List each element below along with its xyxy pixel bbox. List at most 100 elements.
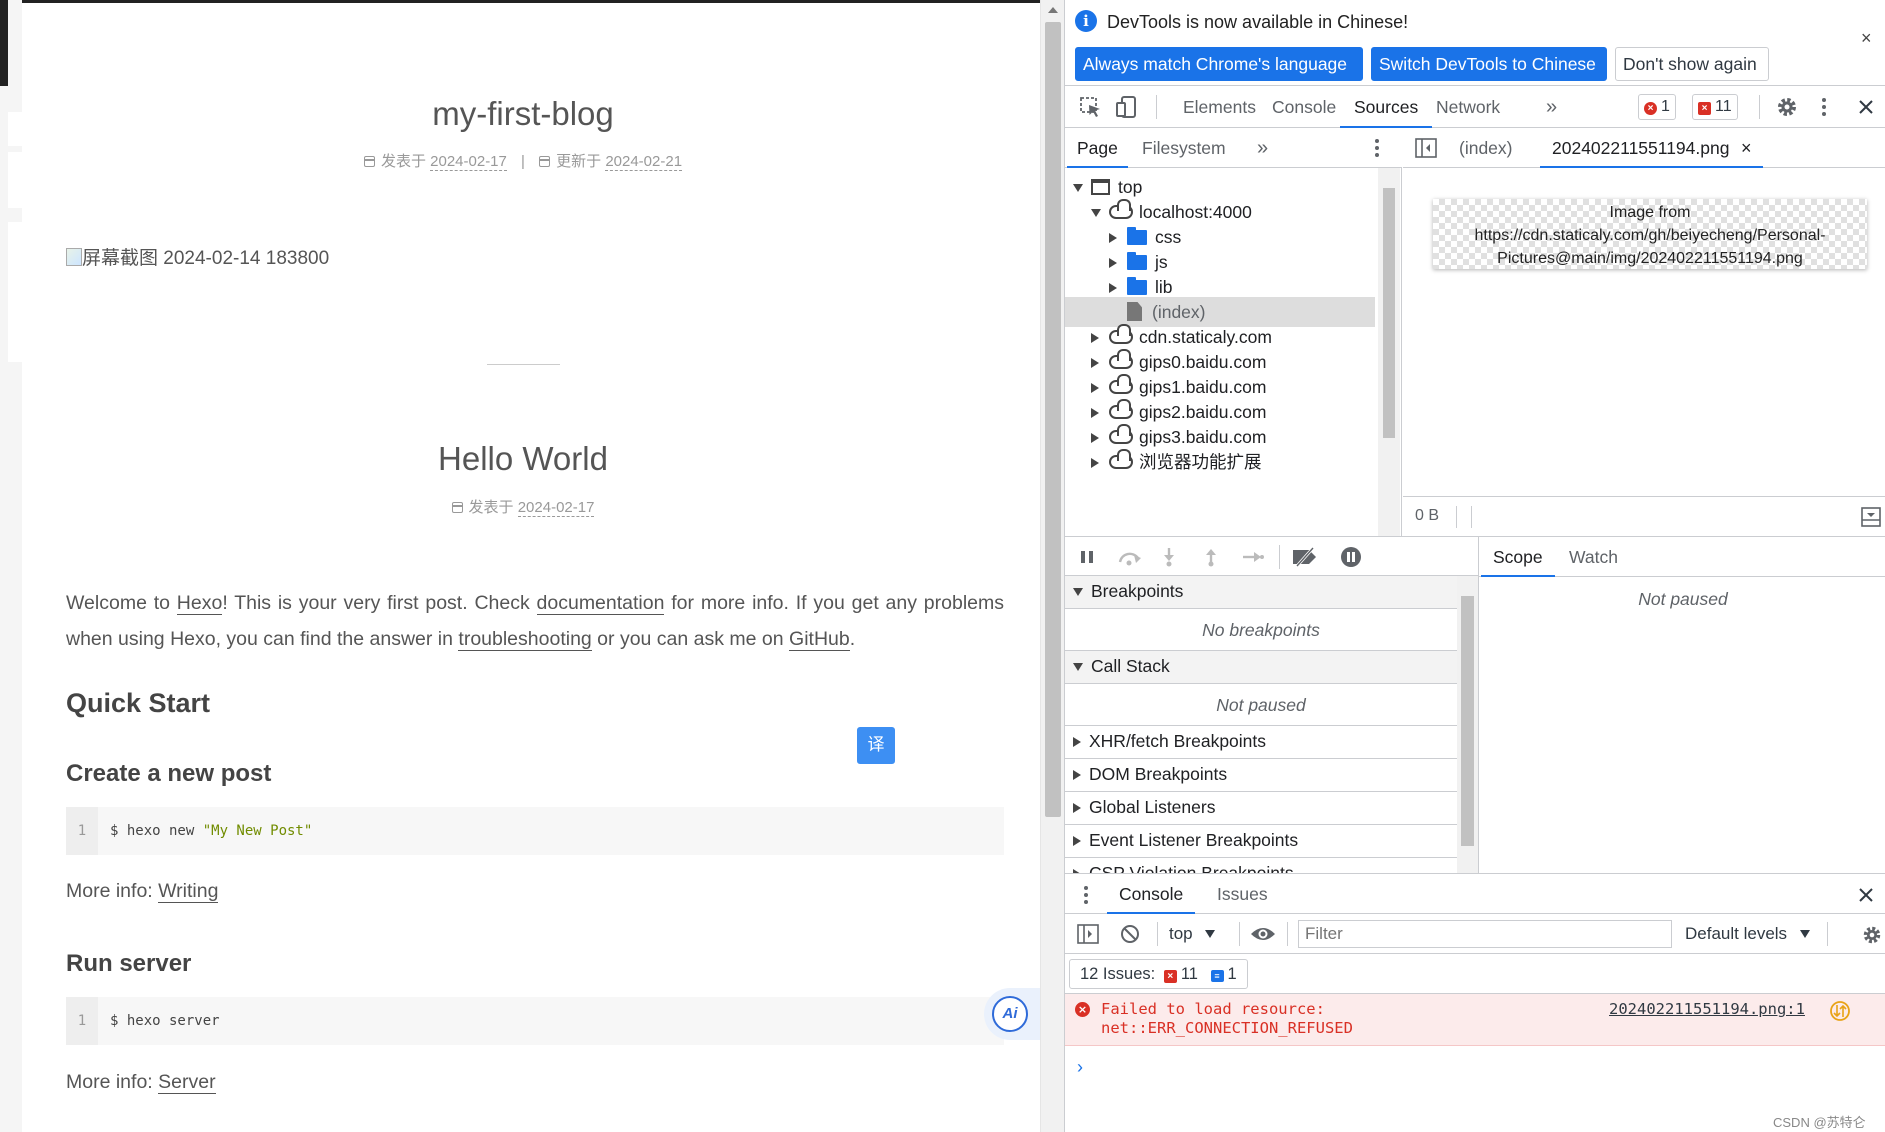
close-tab-icon[interactable]: ×: [1741, 128, 1752, 168]
tab-scope[interactable]: Scope: [1481, 537, 1555, 577]
always-match-language-button[interactable]: Always match Chrome's language: [1075, 47, 1363, 81]
toggle-debugger-icon[interactable]: [1861, 507, 1881, 527]
tab-filesystem[interactable]: Filesystem: [1132, 128, 1236, 168]
link-documentation[interactable]: documentation: [536, 592, 665, 615]
devtools-main-toolbar: Elements Console Sources Network » × 1 × 1…: [1065, 86, 1885, 128]
issues-summary-button[interactable]: 12 Issues: × 11 ≡ 1: [1069, 959, 1248, 989]
ai-assistant-button[interactable]: Ai: [984, 988, 1040, 1040]
collapsed-arrow-icon[interactable]: [1091, 358, 1099, 368]
context-selector[interactable]: top: [1169, 922, 1216, 946]
more-tabs-icon[interactable]: »: [1532, 86, 1571, 128]
console-settings-gear-icon[interactable]: [1861, 924, 1883, 946]
collapsed-arrow-icon[interactable]: [1091, 458, 1099, 468]
link-server[interactable]: Server: [158, 1071, 216, 1094]
image-preview: Image from https://cdn.staticaly.com/gh/…: [1433, 199, 1867, 269]
toggle-navigator-icon[interactable]: [1415, 138, 1437, 158]
device-toolbar-icon[interactable]: [1115, 95, 1139, 119]
issue-count-badge[interactable]: × 11: [1692, 94, 1738, 120]
drawer-tab-issues[interactable]: Issues: [1205, 874, 1280, 914]
editor-tab-image[interactable]: 202402211551194.png ×: [1540, 128, 1764, 168]
drawer-tab-console[interactable]: Console: [1107, 874, 1196, 914]
tab-console[interactable]: Console: [1258, 86, 1350, 128]
kebab-menu-icon[interactable]: [1820, 96, 1828, 118]
close-drawer-icon[interactable]: [1858, 887, 1874, 903]
welcome-paragraph: Welcome to Hexo! This is your very first…: [66, 585, 1004, 657]
scrollbar-thumb[interactable]: [1383, 188, 1395, 438]
drawer-menu-icon[interactable]: [1082, 884, 1090, 906]
console-filter-input[interactable]: [1298, 920, 1672, 948]
inspect-element-icon[interactable]: [1079, 96, 1103, 118]
link-writing[interactable]: Writing: [158, 880, 219, 903]
expanded-arrow-icon[interactable]: [1073, 588, 1083, 596]
step-over-icon[interactable]: [1117, 548, 1143, 566]
page-scrollbar[interactable]: [1040, 0, 1064, 1132]
scroll-up-arrow-icon[interactable]: [1048, 7, 1058, 13]
navigator-tabs: Page Filesystem »: [1065, 128, 1402, 168]
debugger-scrollbar[interactable]: [1457, 576, 1478, 873]
post-title-hello-world[interactable]: Hello World: [22, 440, 1024, 478]
error-count-badge[interactable]: × 1: [1638, 94, 1676, 120]
step-out-icon[interactable]: [1203, 547, 1219, 567]
collapsed-arrow-icon[interactable]: [1109, 258, 1117, 268]
log-levels-dropdown[interactable]: Default levels: [1685, 922, 1810, 946]
tab-sources[interactable]: Sources: [1340, 86, 1433, 128]
expanded-arrow-icon[interactable]: [1073, 184, 1083, 192]
drawer-tabs: Console Issues: [1065, 874, 1885, 914]
link-github[interactable]: GitHub: [789, 628, 850, 651]
collapsed-arrow-icon[interactable]: [1073, 803, 1081, 813]
collapsed-arrow-icon[interactable]: [1073, 836, 1081, 846]
navigator-scrollbar[interactable]: [1378, 168, 1400, 536]
section-dom-breakpoints[interactable]: DOM Breakpoints: [1065, 759, 1457, 792]
collapsed-arrow-icon[interactable]: [1091, 383, 1099, 393]
calendar-icon: [451, 502, 463, 513]
section-event-listener-breakpoints[interactable]: Event Listener Breakpoints: [1065, 825, 1457, 858]
section-csp-breakpoints[interactable]: CSP Violation Breakpoints: [1065, 858, 1457, 873]
close-devtools-icon[interactable]: [1858, 99, 1874, 115]
expanded-arrow-icon[interactable]: [1073, 663, 1083, 671]
section-xhr-breakpoints[interactable]: XHR/fetch Breakpoints: [1065, 726, 1457, 759]
step-icon[interactable]: [1241, 549, 1265, 565]
collapsed-arrow-icon[interactable]: [1109, 283, 1117, 293]
expanded-arrow-icon[interactable]: [1091, 209, 1101, 217]
toolbar-separator: [1287, 922, 1288, 946]
scrollbar-thumb[interactable]: [1461, 596, 1474, 846]
infobar-close-icon[interactable]: ×: [1861, 28, 1872, 49]
switch-to-chinese-button[interactable]: Switch DevTools to Chinese: [1371, 47, 1607, 81]
navigator-more-icon[interactable]: »: [1247, 128, 1278, 168]
editor-tab-index[interactable]: (index): [1447, 128, 1525, 168]
collapsed-arrow-icon[interactable]: [1073, 770, 1081, 780]
settings-gear-icon[interactable]: [1775, 95, 1799, 119]
pause-on-exceptions-icon[interactable]: [1340, 546, 1362, 568]
translate-button[interactable]: 译: [857, 727, 895, 764]
collapsed-arrow-icon[interactable]: [1091, 333, 1099, 343]
tab-network[interactable]: Network: [1422, 86, 1514, 128]
section-breakpoints[interactable]: Breakpoints: [1065, 576, 1457, 609]
clear-console-icon[interactable]: [1120, 924, 1140, 944]
tree-item-browser-extensions[interactable]: 浏览器功能扩展: [1065, 447, 1375, 477]
link-troubleshooting[interactable]: troubleshooting: [458, 628, 592, 651]
link-hexo[interactable]: Hexo: [176, 592, 223, 615]
collapsed-arrow-icon[interactable]: [1073, 737, 1081, 747]
step-into-icon[interactable]: [1161, 547, 1177, 567]
tab-page[interactable]: Page: [1067, 128, 1128, 168]
section-global-listeners[interactable]: Global Listeners: [1065, 792, 1457, 825]
section-call-stack[interactable]: Call Stack: [1065, 651, 1457, 684]
collapsed-arrow-icon[interactable]: [1091, 408, 1099, 418]
pause-icon[interactable]: [1079, 549, 1095, 565]
collapsed-arrow-icon[interactable]: [1091, 433, 1099, 443]
scrollbar-thumb[interactable]: [1045, 22, 1061, 817]
heading-run-server: Run server: [66, 950, 192, 977]
tab-watch[interactable]: Watch: [1557, 537, 1630, 577]
network-request-icon[interactable]: [1829, 1000, 1851, 1022]
collapsed-arrow-icon[interactable]: [1109, 233, 1117, 243]
deactivate-breakpoints-icon[interactable]: [1291, 547, 1319, 567]
console-sidebar-icon[interactable]: [1077, 924, 1099, 944]
navigator-menu-icon[interactable]: [1373, 137, 1381, 159]
console-prompt[interactable]: ›: [1077, 1057, 1083, 1078]
tab-elements[interactable]: Elements: [1169, 86, 1270, 128]
live-expression-eye-icon[interactable]: [1250, 925, 1276, 943]
post-title-my-first-blog[interactable]: my-first-blog: [22, 95, 1024, 133]
levels-label: Default levels: [1685, 924, 1788, 943]
dont-show-again-button[interactable]: Don't show again: [1615, 47, 1769, 81]
error-source-link[interactable]: 202402211551194.png:1: [1609, 1000, 1805, 1019]
